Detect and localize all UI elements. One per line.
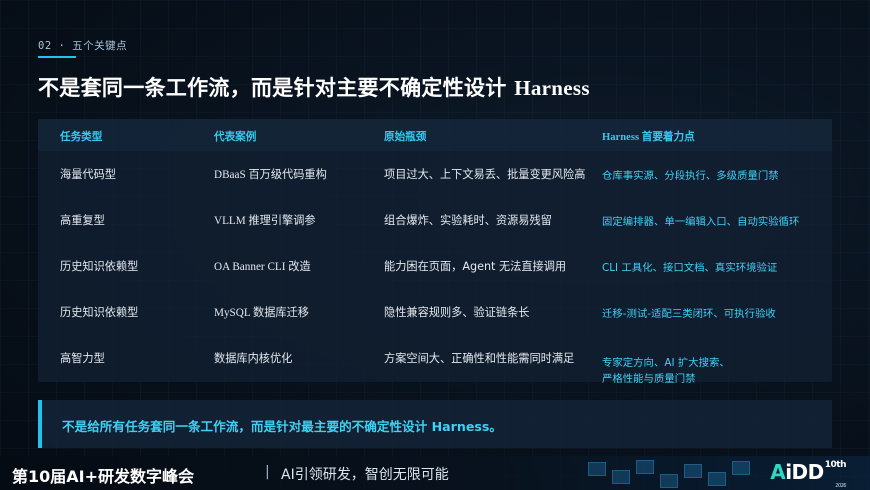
callout-text: 不是给所有任务套同一条工作流，而是针对最主要的不确定性设计 Harness。 — [62, 419, 502, 434]
row-type: 历史知识依赖型 — [60, 260, 139, 273]
row-type: 海量代码型 — [60, 168, 116, 181]
row-focus: CLI 工具化、接口文档、真实环境验证 — [602, 262, 778, 274]
row-case: OA Banner CLI 改造 — [214, 261, 311, 273]
table-header-row: 任务类型 代表案例 原始瓶颈 Harness 首要着力点 — [38, 119, 832, 151]
row-focus: 仓库事实源、分段执行、多级质量门禁 — [602, 170, 779, 182]
page-title-latin: Harness — [514, 76, 590, 100]
header-task-type: 任务类型 — [60, 131, 103, 143]
header-focus: Harness 首要着力点 — [602, 132, 695, 143]
event-name: 第10届AI+研发数字峰会 — [12, 467, 195, 486]
logo-rest: iDD — [785, 460, 824, 484]
key-takeaway-callout: 不是给所有任务套同一条工作流，而是针对最主要的不确定性设计 Harness。 — [38, 400, 832, 448]
comparison-table: 任务类型 代表案例 原始瓶颈 Harness 首要着力点 海量代码型 DBaaS… — [38, 119, 832, 385]
row-focus: 迁移-测试-适配三类闭环、可执行验收 — [602, 308, 776, 320]
callout-accent-bar — [38, 400, 42, 448]
row-focus: 固定编排器、单一编辑入口、自动实验循环 — [602, 216, 800, 228]
logo-edition: 10th — [824, 460, 847, 470]
row-focus: 专家定方向、AI 扩大搜索、 — [602, 357, 730, 369]
row-bottleneck: 能力困在页面，Agent 无法直接调用 — [384, 260, 567, 273]
logo-year: 2026 — [835, 483, 846, 489]
row-bottleneck: 隐性兼容规则多、验证链条长 — [384, 306, 530, 319]
aidd-logo: AiDD10th 2026 — [770, 460, 847, 489]
row-case: DBaaS 百万级代码重构 — [214, 169, 327, 181]
section-number: 02 — [38, 40, 52, 52]
row-bottleneck: 项目过大、上下文易丢、批量变更风险高 — [384, 168, 586, 181]
row-case: 数据库内核优化 — [214, 352, 293, 365]
row-case: VLLM 推理引擎调参 — [214, 215, 316, 227]
row-case: MySQL 数据库迁移 — [214, 307, 309, 319]
section-underline — [38, 56, 76, 58]
row-focus-line2: 严格性能与质量门禁 — [602, 373, 696, 385]
row-type: 历史知识依赖型 — [60, 306, 139, 319]
page-title: 不是套同一条工作流，而是针对主要不确定性设计 Harness — [38, 72, 590, 102]
page-title-cn: 不是套同一条工作流，而是针对主要不确定性设计 — [38, 76, 507, 100]
row-type: 高重复型 — [60, 214, 105, 227]
footer-separator: | — [265, 464, 270, 480]
footer-tagline: AI引领研发，智创无限可能 — [281, 467, 449, 483]
section-tag: 02 · 五个关键点 — [38, 38, 127, 53]
row-bottleneck: 组合爆炸、实验耗时、资源易残留 — [384, 214, 552, 227]
row-bottleneck: 方案空间大、正确性和性能需同时满足 — [384, 352, 575, 365]
header-case: 代表案例 — [214, 131, 257, 143]
logo-a: A — [770, 460, 786, 484]
row-type: 高智力型 — [60, 352, 105, 365]
header-bottleneck: 原始瓶颈 — [384, 131, 427, 143]
section-label: 五个关键点 — [72, 40, 128, 52]
